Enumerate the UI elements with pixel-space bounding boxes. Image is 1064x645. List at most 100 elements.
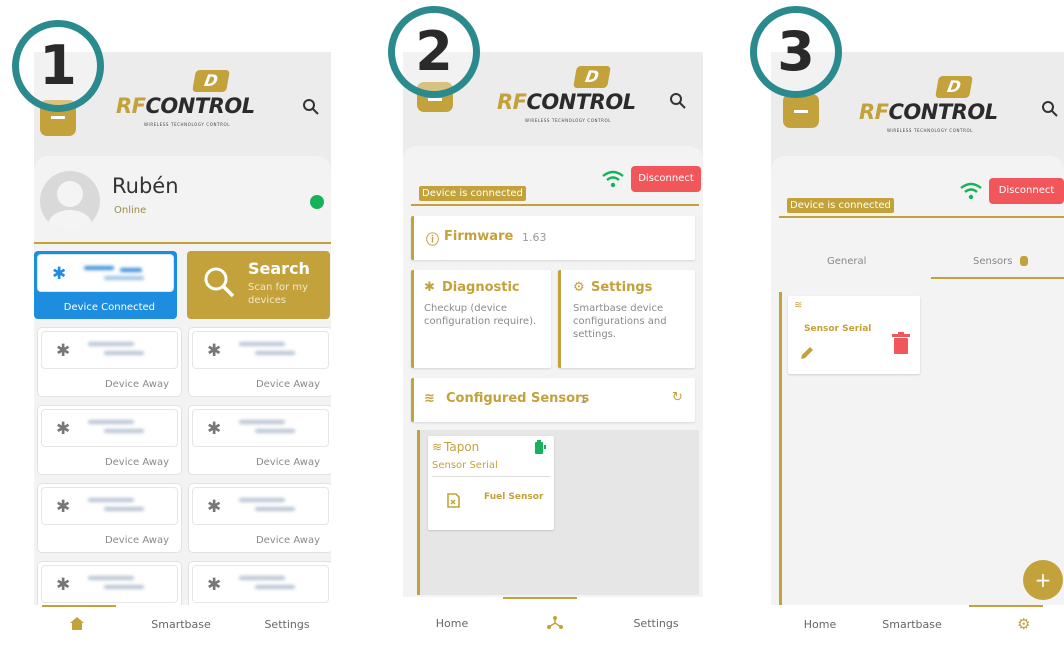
screen-device: D RFCONTROL WIRELESS TECHNOLOGY CONTROL … bbox=[403, 52, 703, 645]
sensor-icon: ≋ bbox=[432, 440, 443, 454]
sensor-serial-label: Sensor Serial bbox=[804, 324, 872, 334]
add-sensor-button[interactable]: + bbox=[1023, 560, 1063, 600]
bluetooth-icon: ✱ bbox=[56, 419, 71, 439]
wifi-icon bbox=[602, 170, 624, 188]
bluetooth-icon: ✱ bbox=[56, 575, 71, 595]
step-badge-3: 3 bbox=[750, 6, 842, 98]
sensors-content: Disconnect Device is connected General S… bbox=[771, 156, 1064, 606]
disconnect-button[interactable]: Disconnect bbox=[989, 178, 1064, 204]
pencil-icon[interactable] bbox=[800, 346, 814, 360]
bottom-nav: Home Settings bbox=[403, 597, 703, 645]
nav-active-indicator bbox=[969, 605, 1043, 607]
divider bbox=[34, 242, 331, 244]
network-icon[interactable] bbox=[547, 615, 563, 629]
sensor-icon: ≋ bbox=[424, 391, 435, 406]
bottom-nav: Home Smartbase ⚙ bbox=[771, 605, 1064, 645]
avatar bbox=[40, 171, 100, 231]
firmware-panel[interactable]: ⓘ Firmware 1.63 bbox=[411, 216, 695, 260]
bluetooth-icon: ✱ bbox=[207, 497, 222, 517]
firmware-version: 1.63 bbox=[522, 231, 547, 244]
search-icon[interactable] bbox=[669, 92, 687, 110]
sensor-serial-label: Sensor Serial bbox=[432, 460, 498, 471]
refresh-icon[interactable]: ↻ bbox=[672, 390, 683, 405]
diagnostic-title: Diagnostic bbox=[442, 280, 520, 295]
gear-icon: ⚙ bbox=[573, 280, 585, 295]
search-subtitle: Scan for my devices bbox=[248, 282, 309, 306]
disconnect-button[interactable]: Disconnect bbox=[631, 166, 701, 192]
connection-status: Device is connected bbox=[419, 186, 526, 201]
rfcontrol-logo: D RFCONTROL WIRELESS TECHNOLOGY CONTROL bbox=[859, 76, 998, 133]
screen-home: D RFCONTROL WIRELESS TECHNOLOGY CONTROL … bbox=[34, 52, 331, 645]
sensor-card[interactable]: ≋ Sensor Serial bbox=[788, 296, 920, 374]
sensor-card[interactable]: ≋ Tapon Sensor Serial Fuel Sensor bbox=[428, 436, 554, 530]
info-icon: ⓘ bbox=[426, 233, 440, 248]
diagnostic-icon: ✱ bbox=[424, 280, 435, 295]
device-card-away[interactable]: ✱ Device Away bbox=[189, 406, 331, 474]
rfcontrol-logo: D RFCONTROL WIRELESS TECHNOLOGY CONTROL bbox=[497, 66, 636, 123]
configured-sensors-title: Configured Sensors bbox=[446, 391, 590, 406]
menu-button[interactable] bbox=[783, 94, 819, 128]
connection-status: Device is connected bbox=[787, 198, 894, 213]
bluetooth-icon: ✱ bbox=[207, 419, 222, 439]
gear-icon[interactable]: ⚙ bbox=[1017, 615, 1030, 633]
configured-sensors-panel[interactable]: ≋ Configured Sensors 1 ↻ bbox=[411, 378, 695, 422]
step-badge-2: 2 bbox=[388, 6, 480, 98]
settings-description: Smartbase device configurations and sett… bbox=[573, 303, 667, 340]
wifi-icon bbox=[960, 182, 982, 200]
sensor-icon bbox=[1020, 256, 1028, 266]
search-devices-card[interactable]: Search Scan for my devices bbox=[187, 251, 330, 319]
bluetooth-icon: ✱ bbox=[56, 341, 71, 361]
search-icon[interactable] bbox=[302, 98, 320, 116]
device-state: Device Connected bbox=[63, 302, 155, 313]
rfcontrol-logo: D RFCONTROL WIRELESS TECHNOLOGY CONTROL bbox=[116, 70, 255, 127]
sensor-grid: ≋ Sensor Serial bbox=[779, 292, 1064, 606]
diagnostic-description: Checkup (device configuration require). bbox=[424, 303, 537, 327]
nav-home[interactable]: Home bbox=[775, 618, 865, 631]
profile-status: Online bbox=[114, 205, 147, 216]
configured-sensors-count: 1 bbox=[580, 393, 587, 406]
device-name-blurred bbox=[80, 262, 150, 284]
device-card-away[interactable]: ✱ Device Away bbox=[38, 484, 181, 552]
diagnostic-panel[interactable]: ✱ Diagnostic Checkup (device configurati… bbox=[411, 270, 551, 368]
nav-smartbase[interactable]: Smartbase bbox=[867, 618, 957, 631]
device-content: Disconnect Device is connected ⓘ Firmwar… bbox=[403, 146, 703, 597]
online-indicator bbox=[310, 195, 324, 209]
nav-smartbase[interactable]: Smartbase bbox=[136, 618, 226, 631]
device-card-connected[interactable]: ✱ Device Connected bbox=[34, 251, 177, 319]
sensor-list: ≋ Tapon Sensor Serial Fuel Sensor bbox=[417, 430, 699, 595]
search-title: Search bbox=[248, 259, 310, 278]
tab-active-underline bbox=[931, 277, 1064, 279]
home-icon[interactable] bbox=[70, 617, 84, 630]
tab-general[interactable]: General bbox=[827, 256, 866, 267]
home-content: Rubén Online ✱ Device Connected Search S… bbox=[34, 156, 331, 630]
bluetooth-icon: ✱ bbox=[207, 575, 222, 595]
device-card-away[interactable]: ✱ Device Away bbox=[189, 484, 331, 552]
sensor-name: Tapon bbox=[444, 440, 480, 454]
search-icon bbox=[204, 267, 235, 298]
nav-settings[interactable]: Settings bbox=[242, 618, 331, 631]
step-badge-1: 1 bbox=[12, 20, 104, 112]
tab-sensors[interactable]: Sensors bbox=[973, 256, 1013, 267]
bottom-nav: Smartbase Settings bbox=[34, 605, 331, 645]
bluetooth-icon: ✱ bbox=[56, 497, 71, 517]
sensor-icon: ≋ bbox=[794, 300, 803, 311]
bluetooth-icon: ✱ bbox=[207, 341, 222, 361]
screen-sensors: D RFCONTROL WIRELESS TECHNOLOGY CONTROL … bbox=[771, 52, 1064, 645]
trash-icon[interactable] bbox=[892, 332, 910, 354]
sensor-type: Fuel Sensor bbox=[484, 492, 544, 502]
device-card-away[interactable]: ✱ Device Away bbox=[189, 328, 331, 396]
search-icon[interactable] bbox=[1041, 100, 1059, 118]
settings-title: Settings bbox=[591, 280, 653, 295]
settings-panel[interactable]: ⚙ Settings Smartbase device configuratio… bbox=[558, 270, 695, 368]
device-card-away[interactable]: ✱ Device Away bbox=[38, 328, 181, 396]
battery-icon bbox=[535, 440, 546, 454]
nav-home[interactable]: Home bbox=[407, 617, 497, 630]
divider bbox=[779, 216, 1064, 218]
nav-active-indicator bbox=[503, 597, 577, 599]
nav-active-indicator bbox=[42, 605, 116, 607]
bluetooth-icon: ✱ bbox=[52, 264, 67, 284]
device-card-away[interactable]: ✱ Device Away bbox=[38, 406, 181, 474]
profile-name: Rubén bbox=[112, 174, 179, 198]
divider bbox=[411, 204, 699, 206]
nav-settings[interactable]: Settings bbox=[611, 617, 701, 630]
